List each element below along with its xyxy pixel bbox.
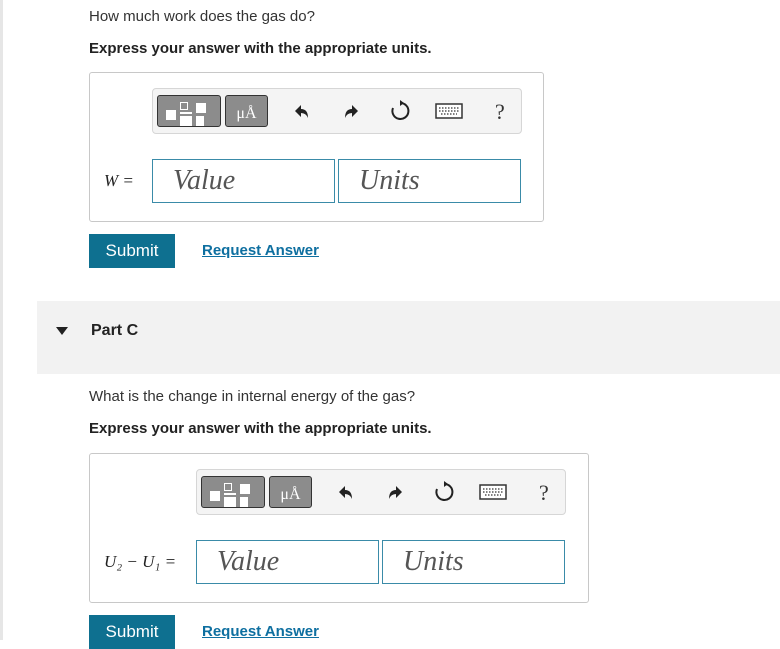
help-icon[interactable]: ? bbox=[539, 480, 549, 506]
partb-submit-button[interactable]: Submit bbox=[89, 234, 175, 268]
partb-instruction: Express your answer with the appropriate… bbox=[89, 40, 432, 57]
units-icon[interactable]: μÅ bbox=[225, 95, 268, 127]
partc-question: What is the change in internal energy of… bbox=[89, 388, 416, 405]
units-icon[interactable]: μÅ bbox=[269, 476, 312, 508]
keyboard-icon[interactable] bbox=[479, 481, 507, 503]
redo-icon[interactable] bbox=[385, 481, 407, 503]
left-rule bbox=[0, 0, 3, 640]
partb-request-answer-link[interactable]: Request Answer bbox=[202, 242, 319, 259]
partc-value-input[interactable] bbox=[196, 540, 379, 584]
partc-toolbar: μÅ ? bbox=[196, 469, 566, 515]
partb-value-input[interactable] bbox=[152, 159, 335, 203]
redo-icon[interactable] bbox=[341, 100, 363, 122]
partc-header[interactable]: Part C bbox=[37, 301, 780, 374]
partb-toolbar: μÅ ? bbox=[152, 88, 522, 134]
fraction-templates-icon[interactable] bbox=[157, 95, 221, 127]
help-icon[interactable]: ? bbox=[495, 99, 505, 125]
undo-icon[interactable] bbox=[290, 100, 312, 122]
partc-request-answer-link[interactable]: Request Answer bbox=[202, 623, 319, 640]
undo-icon[interactable] bbox=[334, 481, 356, 503]
reset-icon[interactable] bbox=[433, 481, 455, 503]
fraction-templates-icon[interactable] bbox=[201, 476, 265, 508]
partc-variable-label: U₂ − U₁ = bbox=[104, 552, 177, 571]
reset-icon[interactable] bbox=[389, 100, 411, 122]
partc-units-input[interactable] bbox=[382, 540, 565, 584]
collapse-triangle-icon[interactable] bbox=[56, 327, 68, 335]
partb-answer-box: μÅ ? W = bbox=[89, 72, 544, 222]
keyboard-icon[interactable] bbox=[435, 100, 463, 122]
partc-title: Part C bbox=[91, 322, 139, 339]
partc-submit-button[interactable]: Submit bbox=[89, 615, 175, 649]
partb-units-input[interactable] bbox=[338, 159, 521, 203]
partb-question: How much work does the gas do? bbox=[89, 8, 315, 25]
partc-answer-box: μÅ ? U₂ − U₁ = bbox=[89, 453, 589, 603]
partb-variable-label: W = bbox=[104, 171, 134, 190]
partc-instruction: Express your answer with the appropriate… bbox=[89, 420, 432, 437]
